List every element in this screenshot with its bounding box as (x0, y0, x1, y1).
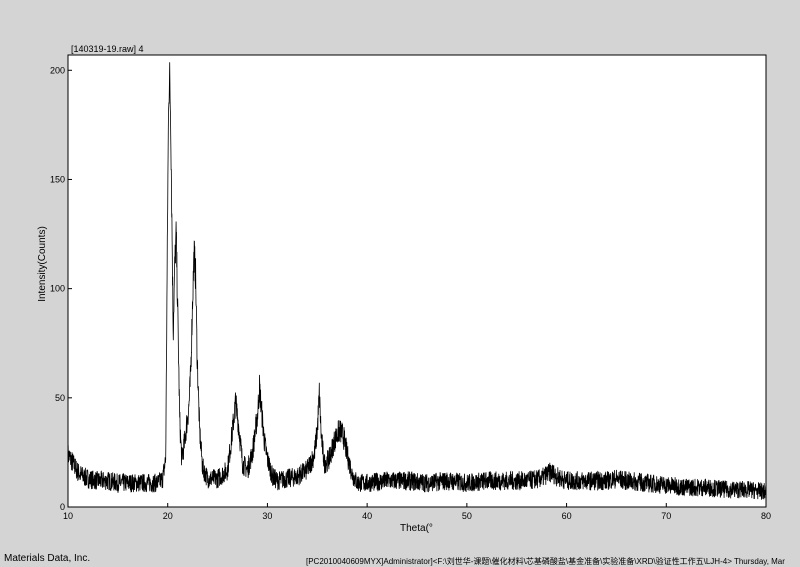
x-tick-label: 40 (362, 511, 372, 521)
file-path-label: [PC2010040609MYX]Administrator]<F:\刘世华-课… (306, 557, 785, 566)
x-tick-label: 20 (163, 511, 173, 521)
x-tick-label: 70 (661, 511, 671, 521)
y-axis-title: Intensity(Counts) (37, 226, 48, 302)
xrd-chart: 050100150200 10 20 30 40 50 60 70 80 [140319-19… (37, 44, 771, 534)
x-tick-label: 50 (462, 511, 472, 521)
company-label: Materials Data, Inc. (4, 553, 91, 564)
y-tick-label: 50 (55, 393, 65, 403)
x-tick-label: 10 (63, 511, 73, 521)
y-tick-label: 200 (50, 65, 65, 75)
y-tick-label: 100 (50, 284, 65, 294)
y-tick-label: 150 (50, 174, 65, 184)
x-tick-label: 80 (761, 511, 771, 521)
x-tick-label: 30 (262, 511, 272, 521)
file-label: [140319-19.raw] 4 (71, 44, 144, 54)
x-axis-title: Theta(° (400, 523, 433, 534)
x-tick-label: 60 (562, 511, 572, 521)
